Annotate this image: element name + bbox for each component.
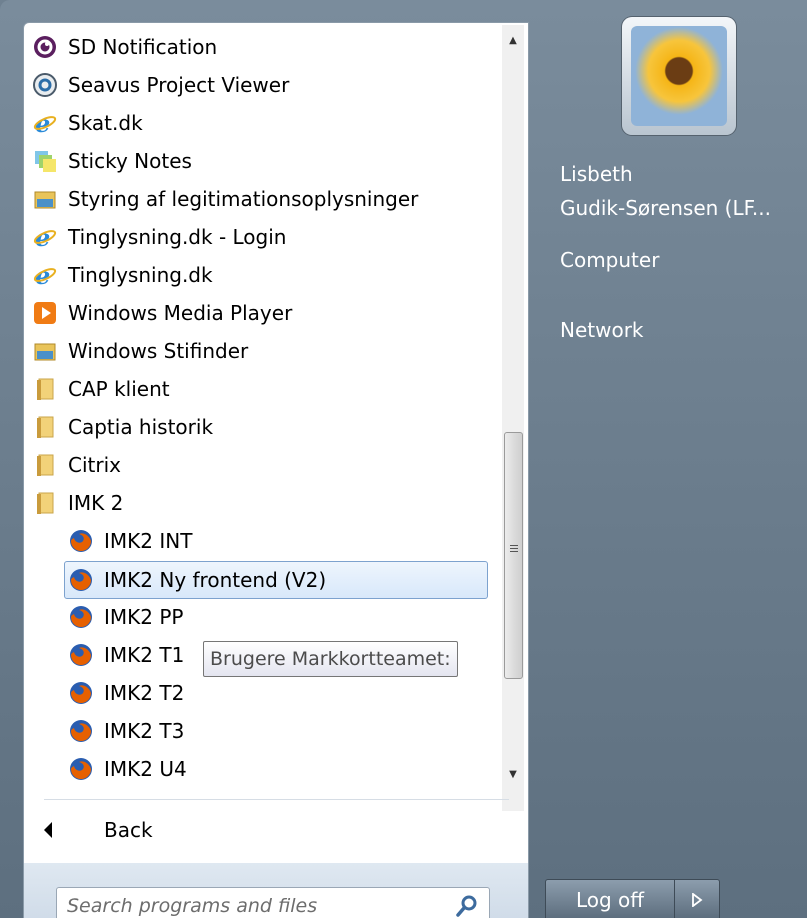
shutdown-options-button[interactable] <box>674 879 720 918</box>
firefox-icon <box>68 604 94 630</box>
network-link[interactable]: Network <box>560 318 644 342</box>
explorer-icon <box>32 338 58 364</box>
folder-icon <box>32 452 58 478</box>
sticky-notes-icon <box>32 148 58 174</box>
list-item-citrix[interactable]: Citrix <box>32 447 492 483</box>
back-arrow-icon <box>44 822 52 838</box>
list-item-label: IMK2 Ny frontend (V2) <box>104 568 327 592</box>
list-item-label: Windows Stifinder <box>68 339 249 363</box>
user-name-line2[interactable]: Gudik-Sørensen (LF... <box>560 196 771 220</box>
seavus-icon <box>32 72 58 98</box>
firefox-icon <box>68 680 94 706</box>
list-item-imk2-ny-frontend[interactable]: IMK2 Ny frontend (V2) <box>64 561 488 599</box>
list-item-label: Tinglysning.dk - Login <box>68 225 287 249</box>
avatar <box>631 26 727 126</box>
list-item-label: CAP klient <box>68 377 170 401</box>
program-list: SD Notification Seavus Project Viewer e … <box>24 29 494 811</box>
list-item-credential-manager[interactable]: Styring af legitimationsoplysninger <box>32 181 492 217</box>
list-item-skat-dk[interactable]: e Skat.dk <box>32 105 492 141</box>
chevron-right-icon <box>692 892 703 907</box>
list-item-windows-stifinder[interactable]: Windows Stifinder <box>32 333 492 369</box>
programs-pane: SD Notification Seavus Project Viewer e … <box>23 22 529 918</box>
back-button[interactable]: Back <box>38 813 498 847</box>
log-off-button[interactable]: Log off <box>545 879 674 918</box>
list-item-imk2-t2[interactable]: IMK2 T2 <box>68 675 492 711</box>
firefox-icon <box>68 718 94 744</box>
internet-explorer-icon: e <box>32 110 58 136</box>
program-list-scrollbar[interactable]: ▲ ▼ <box>502 25 524 811</box>
search-icon[interactable] <box>455 894 479 918</box>
list-item-label: IMK2 T3 <box>104 719 185 743</box>
back-label: Back <box>104 818 153 842</box>
internet-explorer-icon: e <box>32 224 58 250</box>
list-item-imk2-t3[interactable]: IMK2 T3 <box>68 713 492 749</box>
list-item-label: Styring af legitimationsoplysninger <box>68 187 419 211</box>
folder-icon <box>32 490 58 516</box>
list-item-label: IMK2 T2 <box>104 681 185 705</box>
list-item-sd-notification[interactable]: SD Notification <box>32 29 492 65</box>
search-input[interactable] <box>65 894 449 918</box>
list-item-label: IMK2 INT <box>104 529 193 553</box>
list-item-cap-klient[interactable]: CAP klient <box>32 371 492 407</box>
scroll-up-arrow-icon[interactable]: ▲ <box>502 29 524 51</box>
list-item-label: Captia historik <box>68 415 214 439</box>
list-item-label: Tinglysning.dk <box>68 263 213 287</box>
list-item-label: IMK2 U4 <box>104 757 187 781</box>
tooltip: Brugere Markkortteamet: <box>203 641 458 677</box>
list-item-tinglysning-login[interactable]: e Tinglysning.dk - Login <box>32 219 492 255</box>
list-item-imk2-pp[interactable]: IMK2 PP <box>68 599 492 635</box>
list-item-imk-2[interactable]: IMK 2 <box>32 485 492 521</box>
computer-link[interactable]: Computer <box>560 248 659 272</box>
firefox-icon <box>68 642 94 668</box>
list-item-sticky-notes[interactable]: Sticky Notes <box>32 143 492 179</box>
list-item-label: Sticky Notes <box>68 149 192 173</box>
list-item-label: SD Notification <box>68 35 218 59</box>
list-item-label: Windows Media Player <box>68 301 293 325</box>
internet-explorer-icon: e <box>32 262 58 288</box>
list-item-seavus-project-viewer[interactable]: Seavus Project Viewer <box>32 67 492 103</box>
scroll-grip-icon <box>510 545 518 554</box>
sd-notification-icon <box>32 34 58 60</box>
credential-manager-icon <box>32 186 58 212</box>
list-item-label: Seavus Project Viewer <box>68 73 290 97</box>
divider <box>44 799 509 800</box>
folder-icon <box>32 414 58 440</box>
scrollbar-thumb[interactable] <box>504 432 523 679</box>
search-box[interactable] <box>56 887 490 918</box>
user-name-line1[interactable]: Lisbeth <box>560 162 633 186</box>
list-item-tinglysning[interactable]: e Tinglysning.dk <box>32 257 492 293</box>
list-item-label: Citrix <box>68 453 121 477</box>
firefox-icon <box>68 756 94 782</box>
search-area <box>24 863 528 918</box>
list-item-label: Skat.dk <box>68 111 143 135</box>
scroll-down-arrow-icon[interactable]: ▼ <box>502 763 524 785</box>
user-picture-frame[interactable] <box>622 17 736 135</box>
start-menu: SD Notification Seavus Project Viewer e … <box>0 0 807 918</box>
folder-icon <box>32 376 58 402</box>
firefox-icon <box>68 567 94 593</box>
list-item-imk2-u4[interactable]: IMK2 U4 <box>68 751 492 787</box>
list-item-imk2-int[interactable]: IMK2 INT <box>68 523 492 559</box>
list-item-label: IMK2 T1 <box>104 643 185 667</box>
media-player-icon <box>32 300 58 326</box>
list-item-captia-historik[interactable]: Captia historik <box>32 409 492 445</box>
firefox-icon <box>68 528 94 554</box>
list-item-label: IMK2 PP <box>104 605 184 629</box>
list-item-label: IMK 2 <box>68 491 124 515</box>
list-item-windows-media-player[interactable]: Windows Media Player <box>32 295 492 331</box>
